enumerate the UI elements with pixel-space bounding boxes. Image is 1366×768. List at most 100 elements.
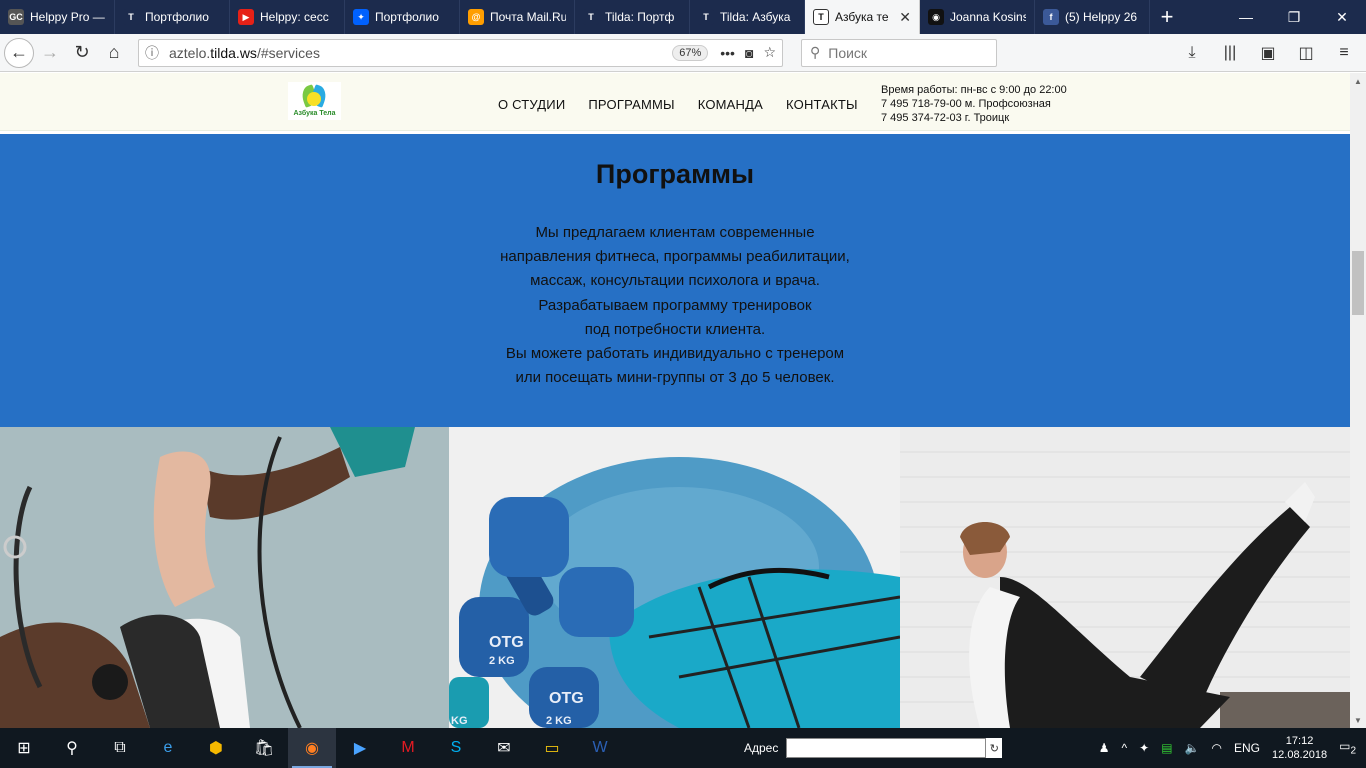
mcafee-button[interactable]: M [384,728,432,768]
pilates-illustration [900,427,1350,728]
photo-fitness[interactable]: OTG 2 KG OTG 2 KG KG [449,427,900,728]
browser-tab[interactable]: ◉ Joanna Kosins [920,0,1035,34]
site-menu: О СТУДИИ ПРОГРАММЫ КОМАНДА КОНТАКТЫ [498,97,858,112]
scroll-up-icon[interactable]: ▲ [1350,73,1366,89]
scroll-thumb[interactable] [1352,251,1364,315]
address-bar[interactable]: ⓘ aztelo.tilda.ws/#services 67% ••• ◙ ☆ [138,38,783,67]
tab-list: GC Helppy Pro — T Портфолио ▶ Helppy: сесс ✦ По… [0,0,1150,34]
search-button[interactable]: ⚲ [48,728,96,768]
window-controls: — ❐ ✕ [1222,0,1366,34]
home-icon: ⌂ [108,42,120,62]
new-tab-button[interactable]: + [1150,0,1184,34]
skype-icon: S [450,739,462,756]
header-contacts: Время работы: пн-вс с 9:00 до 22:00 7 49… [881,83,1067,125]
browser-tab[interactable]: ▶ Helppy: сесс [230,0,345,34]
site-logo[interactable]: Азбука Тела [288,82,341,120]
arrow-left-icon: ← [10,42,28,62]
logo-leaf-yellow [307,92,321,106]
browser-tab[interactable]: f (5) Helppy 26 [1035,0,1150,34]
library-button[interactable]: ||| [1214,37,1246,69]
photo-pilates[interactable] [900,427,1350,728]
tab-favicon-icon: f [1043,9,1059,25]
app-yellow-button[interactable]: ⬢ [192,728,240,768]
forward-button[interactable]: → [34,37,66,69]
clock[interactable]: 17:12 12.08.2018 [1272,734,1327,762]
browser-tab[interactable]: @ Почта Mail.Ru [460,0,575,34]
store-icon: 🛍 [253,740,275,757]
tab-label: Почта Mail.Ru [490,10,566,24]
skype-button[interactable]: S [432,728,480,768]
file-explorer-button[interactable]: ▭ [528,728,576,768]
task-view-button[interactable]: ⧉ [96,728,144,768]
download-button[interactable]: ⤓ [1176,37,1208,69]
address-go-icon[interactable]: ↻ [986,738,1003,758]
programs-line: массаж, консультации психолога и врача. [530,272,820,290]
word-button[interactable]: W [576,728,624,768]
scroll-down-icon[interactable]: ▼ [1350,712,1366,728]
tab-favicon-icon: ◉ [928,9,944,25]
mail-button[interactable]: ✉ [480,728,528,768]
menu-item-programs[interactable]: ПРОГРАММЫ [588,97,674,112]
taskbar-address-toolbar: Адрес ↻ [744,738,1003,758]
browser-tab[interactable]: T Tilda: Азбука [690,0,805,34]
start-button[interactable]: ⊞ [0,728,48,768]
browser-tab[interactable]: T Азбука те ✕ [805,0,920,34]
phone-profsoyuznaya[interactable]: 7 495 718-79-00 м. Профсоюзная [881,97,1067,111]
zoom-indicator[interactable]: 67% [672,44,709,61]
tab-label: Tilda: Портф [605,10,675,24]
notifications-icon[interactable]: ▭2 [1339,739,1356,756]
search-bar[interactable]: ⚲ Поиск [801,38,997,67]
sidebar-button[interactable]: ◫ [1290,37,1322,69]
tab-label: Tilda: Азбука [720,10,791,24]
menu-item-team[interactable]: КОМАНДА [698,97,763,112]
home-button[interactable]: ⌂ [98,37,130,69]
media-player-button[interactable]: ▶ [336,728,384,768]
photo-medical[interactable] [0,427,449,728]
tab-favicon-icon: T [583,9,599,25]
store-button[interactable]: 🛍 [240,728,288,768]
browser-tab[interactable]: ✦ Портфолио [345,0,460,34]
firefox-button[interactable]: ◉ [288,728,336,768]
bookmark-star-icon[interactable]: ☆ [763,44,776,61]
tab-favicon-icon: T [813,9,829,25]
tab-favicon-icon: ✦ [353,9,369,25]
web-viewport: Азбука Тела О СТУДИИ ПРОГРАММЫ КОМАНДА К… [0,73,1350,728]
volume-icon[interactable]: 🔈 [1185,741,1200,755]
hamburger-icon: ≡ [1339,43,1349,61]
pocket-icon[interactable]: ◙ [745,45,753,61]
language-indicator[interactable]: ENG [1234,741,1260,755]
back-button[interactable]: ← [4,37,34,68]
close-tab-icon[interactable]: ✕ [899,9,911,26]
menu-item-contacts[interactable]: КОНТАКТЫ [786,97,858,112]
close-window-button[interactable]: ✕ [1318,0,1366,34]
show-hidden-icons-icon[interactable]: ^ [1122,741,1128,755]
tab-label: Joanna Kosins [950,10,1026,24]
browser-tab[interactable]: T Tilda: Портф [575,0,690,34]
edge-button[interactable]: e [144,728,192,768]
minimize-button[interactable]: — [1222,0,1270,34]
url-text: aztelo.tilda.ws/#services [169,45,320,61]
phone-troitsk[interactable]: 7 495 374-72-03 г. Троицк [881,111,1067,125]
dumbbell-brand-2: OTG [549,690,584,707]
page-scrollbar[interactable]: ▲ ▼ [1350,73,1366,728]
info-icon[interactable]: ⓘ [145,43,159,63]
firefox-icon: ◉ [305,740,319,757]
browser-tab[interactable]: GC Helppy Pro — [0,0,115,34]
extension-button[interactable]: ▣ [1252,37,1284,69]
edge-icon: e [163,739,173,756]
word-icon: W [592,739,608,756]
menu-item-about[interactable]: О СТУДИИ [498,97,565,112]
reload-button[interactable]: ↻ [66,37,98,69]
people-icon[interactable]: ♟ [1099,741,1110,755]
battery-app-icon[interactable]: ▤ [1161,741,1172,755]
menu-button[interactable]: ≡ [1328,37,1360,69]
dropbox-icon[interactable]: ✦ [1139,741,1149,755]
browser-tab[interactable]: T Портфолио [115,0,230,34]
programs-line: направления фитнеса, программы реабилита… [500,248,850,266]
restore-button[interactable]: ❐ [1270,0,1318,34]
site-header: Азбука Тела О СТУДИИ ПРОГРАММЫ КОМАНДА К… [0,73,1350,131]
tab-label: (5) Helppy 26 [1065,10,1138,24]
page-actions-icon[interactable]: ••• [720,45,735,61]
wifi-icon[interactable]: ◠ [1212,741,1222,755]
address-input[interactable] [786,738,987,758]
